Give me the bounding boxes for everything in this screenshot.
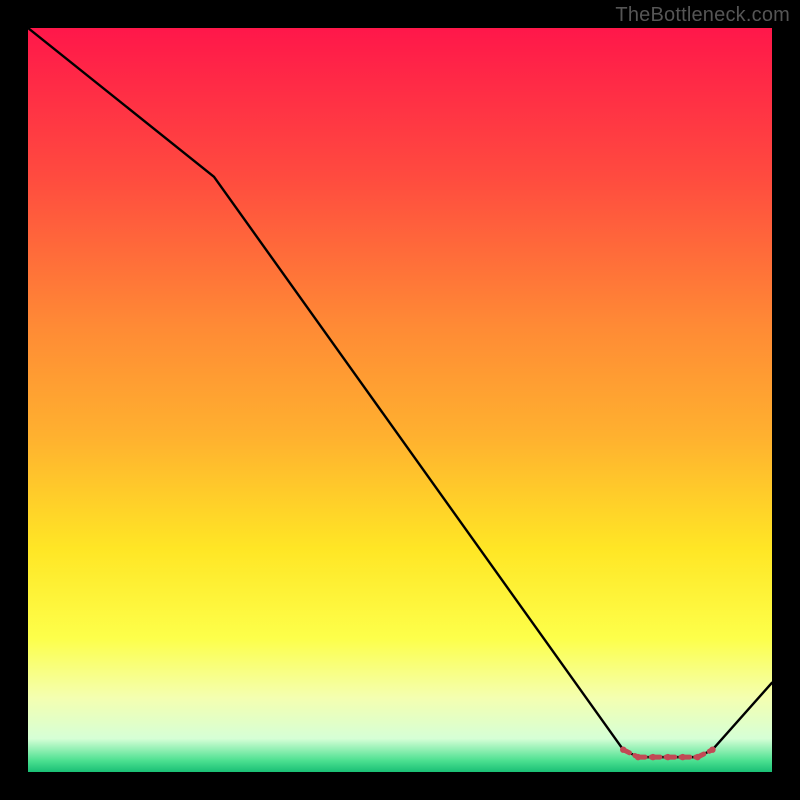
marker-dot: [709, 746, 715, 752]
marker-dot: [650, 754, 656, 760]
marker-dot: [680, 754, 686, 760]
marker-dot: [635, 754, 641, 760]
watermark-label: TheBottleneck.com: [615, 4, 790, 27]
plot-area: [28, 28, 772, 772]
marker-dot: [694, 754, 700, 760]
chart-frame: TheBottleneck.com: [0, 0, 800, 800]
gradient-background: [28, 28, 772, 772]
marker-dot: [665, 754, 671, 760]
line-chart: [28, 28, 772, 772]
marker-dot: [620, 746, 626, 752]
